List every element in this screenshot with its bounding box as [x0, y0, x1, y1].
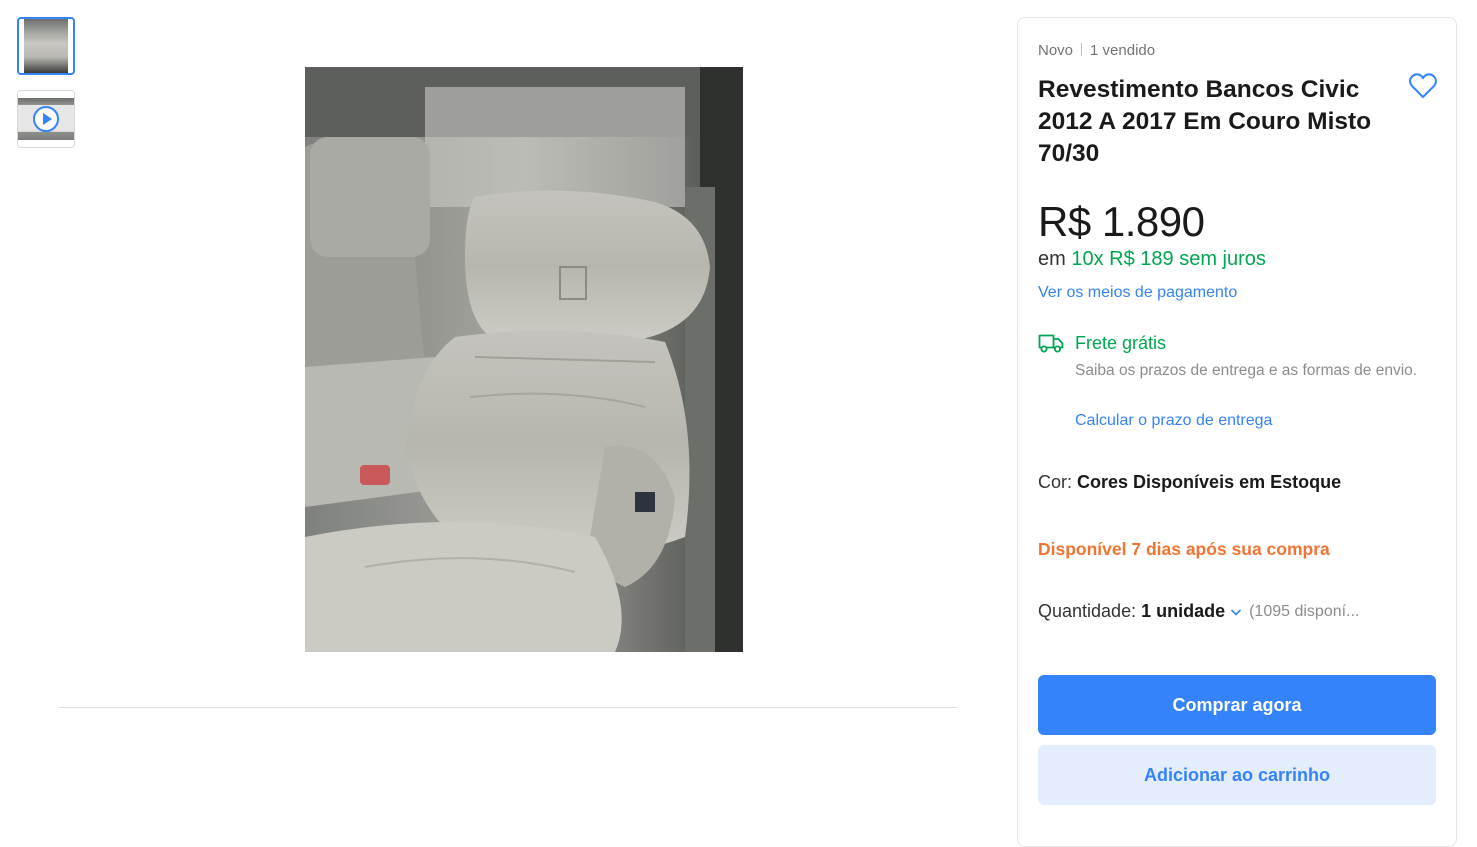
heart-outline-icon[interactable] [1408, 72, 1438, 100]
video-thumbnail [18, 98, 74, 140]
thumbnail-video[interactable] [17, 90, 75, 148]
section-divider [58, 707, 958, 708]
product-price: R$ 1.890 [1038, 198, 1205, 245]
add-to-cart-button[interactable]: Adicionar ao carrinho [1038, 745, 1436, 805]
stock-available: (1095 disponí... [1249, 602, 1360, 620]
condition-label: Novo [1038, 42, 1074, 59]
color-label: Cor: [1038, 472, 1073, 492]
availability-notice: Disponível 7 dias após sua compra [1038, 539, 1330, 559]
thumbnail-seat-photo[interactable] [17, 17, 75, 75]
payment-methods-link[interactable]: Ver os meios de pagamento [1038, 284, 1237, 302]
quantity-label: Quantidade: [1038, 601, 1137, 621]
color-value: Cores Disponíveis em Estoque [1077, 472, 1342, 492]
color-selector: Cor: Cores Disponíveis em Estoque [1038, 472, 1341, 493]
video-play-icon [33, 106, 59, 132]
free-shipping-title: Frete grátis [1075, 333, 1167, 353]
buy-now-button[interactable]: Comprar agora [1038, 675, 1436, 735]
product-condition: Novo 1 vendido [1038, 42, 1155, 59]
shipping-description: Saiba os prazos de entrega e as formas d… [1075, 362, 1418, 379]
product-title: Revestimento Bancos Civic 2012 A 2017 Em… [1038, 76, 1372, 167]
installments-value: 10x R$ 189 sem juros [1071, 248, 1266, 270]
installments-prefix: em [1038, 248, 1066, 270]
quantity-selector: Quantidade: 1 unidade (1095 disponí... [1038, 601, 1359, 622]
quantity-value[interactable]: 1 unidade [1141, 601, 1225, 622]
main-product-image[interactable] [305, 67, 743, 652]
thumbnail-gallery [17, 17, 79, 163]
installments-info: em 10x R$ 189 sem juros [1038, 248, 1266, 271]
sold-count: 1 vendido [1090, 42, 1156, 59]
seat-photo-thumbnail [24, 19, 68, 73]
chevron-down-icon[interactable] [1229, 605, 1243, 619]
buy-box: Novo 1 vendido Revestimento Bancos Civic … [1017, 17, 1457, 847]
calculate-delivery-link[interactable]: Calcular o prazo de entrega [1075, 412, 1272, 430]
car-seat-illustration [305, 67, 743, 652]
condition-separator [1081, 43, 1083, 56]
truck-icon [1038, 334, 1064, 353]
